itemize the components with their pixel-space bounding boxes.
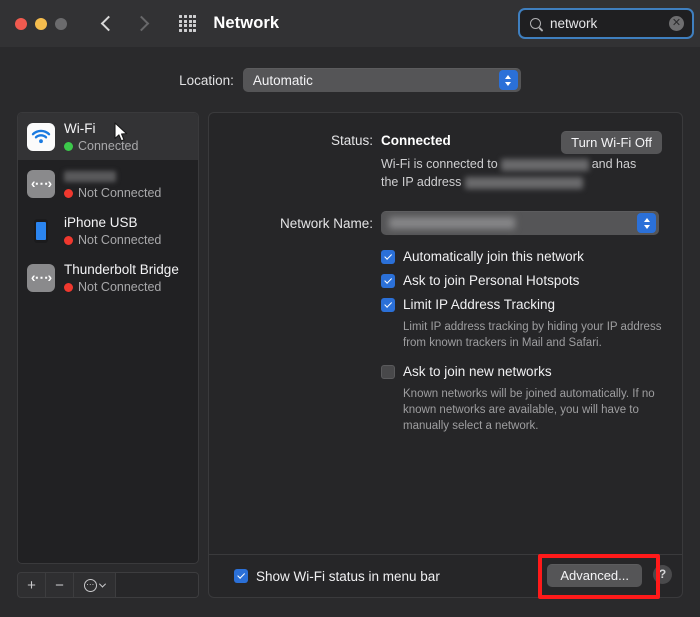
description-part3: the IP address [381,175,461,189]
add-interface-button[interactable]: + [18,573,46,597]
checkbox-icon-checked [381,274,395,288]
iphone-screen [36,222,46,240]
checkbox-ask-join-new-networks[interactable]: Ask to join new networks [381,364,682,379]
wifi-icon [27,123,55,151]
help-button[interactable]: ? [653,565,672,584]
panel-footer: Show Wi-Fi status in menu bar Advanced..… [209,555,682,597]
ethernet-glyph: ‹⋯› [31,175,51,192]
status-value: Connected [381,133,451,148]
redacted-ip-address [465,177,583,189]
sidebar-item-ethernet-redacted[interactable]: ‹⋯› Not Connected [18,160,198,207]
status-dot-connected [64,142,73,151]
sidebar-item-text: iPhone USB Not Connected [64,214,161,247]
checkbox-icon-checked [234,569,248,583]
search-field[interactable]: network ✕ [518,8,694,39]
turn-wifi-off-button[interactable]: Turn Wi-Fi Off [561,131,662,154]
sidebar-item-text: Not Connected [64,167,161,200]
search-icon [530,18,541,29]
sidebar-item-thunderbolt-bridge[interactable]: ‹⋯› Thunderbolt Bridge Not Connected [18,254,198,301]
checkbox-limit-ip-tracking[interactable]: Limit IP Address Tracking [381,297,682,312]
iphone-body [34,219,48,243]
network-name-select[interactable] [381,211,659,235]
checkbox-label: Ask to join new networks [403,364,552,379]
chevron-down-icon [99,580,106,587]
sidebar-item-iphone-usb[interactable]: iPhone USB Not Connected [18,207,198,254]
ethernet-icon: ‹⋯› [27,170,55,198]
checkbox-show-wifi-status[interactable]: Show Wi-Fi status in menu bar [234,569,440,584]
location-select[interactable]: Automatic [243,68,521,92]
interface-list-toolbar: + − ⋯ [17,572,199,598]
interface-status: Not Connected [64,186,161,200]
interface-name [64,171,116,182]
redacted-network-name [501,159,589,171]
checkbox-icon-unchecked [381,365,395,379]
advanced-button[interactable]: Advanced... [547,564,642,587]
status-dot-disconnected [64,236,73,245]
chevron-updown-icon [637,213,656,233]
back-chevron-icon[interactable] [101,16,117,32]
interface-name: Thunderbolt Bridge [64,262,179,277]
ellipsis-circle-icon: ⋯ [84,579,97,592]
checkbox-note-ask-join-new-networks: Known networks will be joined automatica… [403,386,668,434]
redacted-network-name-value [389,217,515,229]
navigation-arrows [103,18,147,29]
sidebar-item-wifi[interactable]: Wi-Fi Connected [18,113,198,160]
page-title: Network [213,14,279,33]
close-button[interactable] [15,18,27,30]
checkbox-label: Show Wi-Fi status in menu bar [256,569,440,584]
status-text: Not Connected [78,280,161,294]
status-dot-disconnected [64,189,73,198]
location-label: Location: [179,73,234,88]
show-all-grid-icon[interactable] [179,15,196,32]
description-part1: Wi-Fi is connected to [381,157,498,171]
search-input[interactable]: network [550,16,669,31]
checkbox-personal-hotspots[interactable]: Ask to join Personal Hotspots [381,273,682,288]
window-titlebar: Network network ✕ [0,0,700,47]
interface-status: Not Connected [64,233,161,247]
description-part2: and has [592,157,636,171]
status-text: Not Connected [78,186,161,200]
checkbox-icon-checked [381,250,395,264]
forward-chevron-icon[interactable] [134,16,150,32]
zoom-button[interactable] [55,18,67,30]
toolbar-filler [116,573,198,597]
mouse-cursor [114,122,129,149]
status-text: Not Connected [78,233,161,247]
interface-list[interactable]: Wi-Fi Connected ‹⋯› Not Connected iPhone… [17,112,199,564]
wifi-options-list: Automatically join this network Ask to j… [381,249,682,434]
clear-search-icon[interactable]: ✕ [669,16,684,31]
location-value: Automatic [253,73,313,88]
status-dot-disconnected [64,283,73,292]
checkbox-label: Limit IP Address Tracking [403,297,555,312]
network-name-label: Network Name: [209,216,381,231]
wifi-detail-panel: Status: Connected Turn Wi-Fi Off Wi-Fi i… [208,112,683,598]
sidebar-item-text: Thunderbolt Bridge Not Connected [64,261,179,294]
iphone-icon [27,217,55,245]
interface-name: iPhone USB [64,215,138,230]
interface-name: Wi-Fi [64,121,95,136]
connection-description: Wi-Fi is connected to and has the IP addr… [381,155,671,191]
minimize-button[interactable] [35,18,47,30]
status-text: Connected [78,139,138,153]
checkbox-label: Ask to join Personal Hotspots [403,273,579,288]
ethernet-icon: ‹⋯› [27,264,55,292]
checkbox-note-limit-ip-tracking: Limit IP address tracking by hiding your… [403,319,668,351]
chevron-updown-icon [499,70,518,90]
interface-status: Not Connected [64,280,179,294]
checkbox-icon-checked [381,298,395,312]
ethernet-glyph: ‹⋯› [31,269,51,286]
status-label: Status: [209,133,381,148]
traffic-lights [15,18,67,30]
location-row: Location: Automatic [0,68,700,92]
checkbox-label: Automatically join this network [403,249,584,264]
network-name-row: Network Name: [209,211,682,235]
checkbox-auto-join[interactable]: Automatically join this network [381,249,682,264]
remove-interface-button[interactable]: − [46,573,74,597]
interface-actions-button[interactable]: ⋯ [74,573,116,597]
